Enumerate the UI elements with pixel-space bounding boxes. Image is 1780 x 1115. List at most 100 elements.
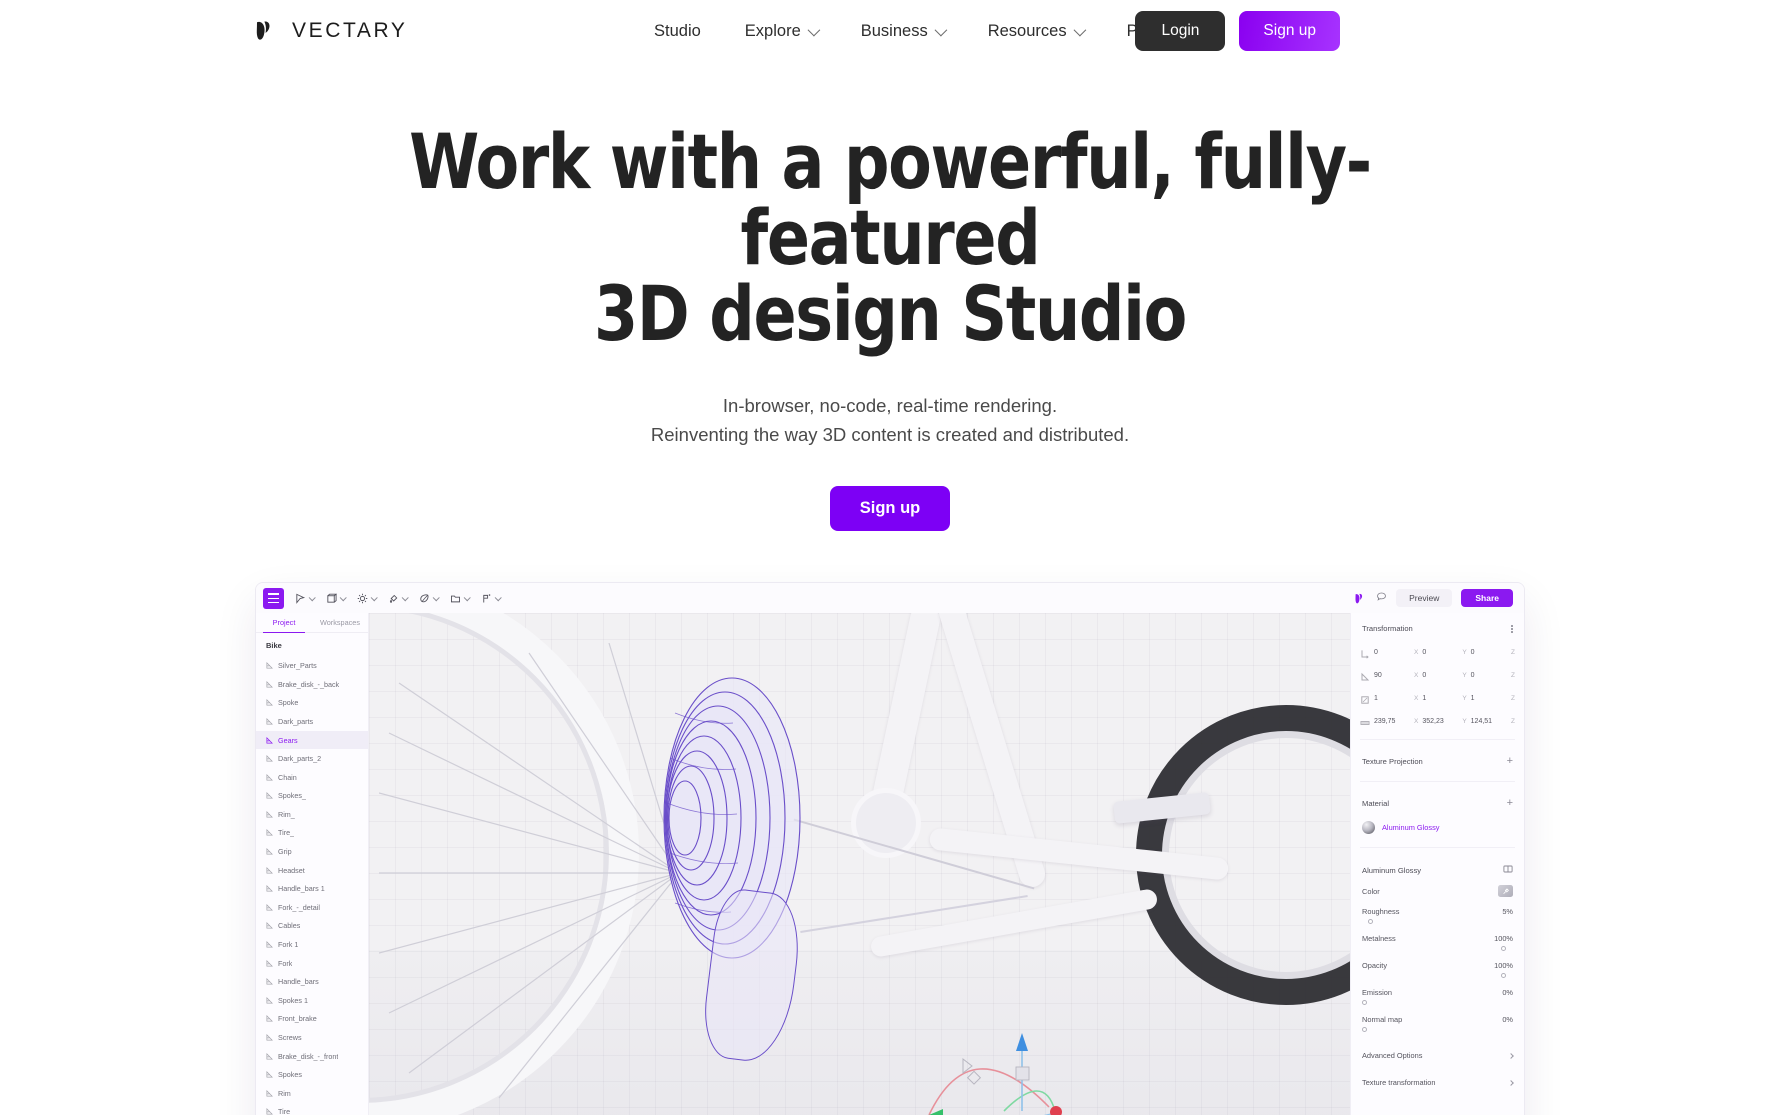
- list-item[interactable]: Handle_bars: [256, 972, 368, 991]
- layer-list[interactable]: Silver_Parts Brake_disk_-_back Spoke Dar…: [256, 656, 368, 1115]
- rotation-y-input[interactable]: 0Y: [1422, 672, 1466, 681]
- slider-track[interactable]: [1362, 945, 1513, 952]
- list-item-selected[interactable]: Gears: [256, 730, 368, 750]
- list-item[interactable]: Rim_: [256, 805, 368, 824]
- rotation-z-input[interactable]: 0Z: [1471, 672, 1515, 681]
- position-y-input[interactable]: 0Y: [1422, 649, 1466, 658]
- list-item[interactable]: Brake_disk_-_back: [256, 675, 368, 694]
- slider-handle[interactable]: [1362, 1027, 1367, 1033]
- list-item[interactable]: Tire: [256, 1103, 368, 1115]
- list-item[interactable]: Fork_-_detail: [256, 898, 368, 917]
- scale-y-input[interactable]: 1Y: [1422, 695, 1466, 704]
- divider: [1360, 847, 1515, 849]
- list-item[interactable]: Front_brake: [256, 1010, 368, 1029]
- list-item[interactable]: Dark_parts: [256, 712, 368, 731]
- brand-logo[interactable]: VECTARY: [254, 18, 407, 44]
- slider-track[interactable]: [1362, 972, 1513, 979]
- primitives-tool[interactable]: [320, 590, 351, 607]
- normal-map-slider[interactable]: Normal map 0%: [1351, 1015, 1524, 1033]
- slider-track[interactable]: [1362, 999, 1513, 1006]
- list-item[interactable]: Rim: [256, 1084, 368, 1103]
- texture-tool[interactable]: [413, 590, 444, 607]
- texture-projection-header[interactable]: Texture Projection +: [1351, 745, 1524, 776]
- material-tool[interactable]: [382, 590, 413, 607]
- slider-track[interactable]: [1362, 918, 1513, 925]
- material-detail-header: Aluminum Glossy: [1351, 853, 1524, 885]
- list-item[interactable]: Screws: [256, 1028, 368, 1047]
- list-item[interactable]: Chain: [256, 768, 368, 787]
- environment-tool[interactable]: [444, 590, 475, 607]
- emission-slider[interactable]: Emission 0%: [1351, 988, 1524, 1006]
- tab-project[interactable]: Project: [256, 613, 312, 634]
- app-toolbar-right: Preview Share: [1354, 589, 1517, 608]
- light-tool[interactable]: [351, 590, 382, 607]
- slider-handle[interactable]: [1500, 946, 1506, 952]
- more-vertical-icon[interactable]: [1511, 624, 1513, 633]
- color-picker-swatch[interactable]: [1498, 885, 1513, 898]
- layer-label: Brake_disk_-_back: [278, 679, 340, 689]
- list-item[interactable]: Fork: [256, 954, 368, 973]
- slider-handle[interactable]: [1368, 919, 1374, 925]
- plus-icon[interactable]: +: [1507, 798, 1513, 809]
- dimension-z-input[interactable]: 124,51 Z: [1471, 718, 1515, 727]
- axis-label: Y: [1462, 672, 1467, 680]
- list-item[interactable]: Dark_parts_2: [256, 749, 368, 768]
- slider-handle[interactable]: [1500, 973, 1506, 979]
- list-item[interactable]: Spokes: [256, 1065, 368, 1084]
- list-item[interactable]: Spoke: [256, 694, 368, 713]
- metalness-slider[interactable]: Metalness 100%: [1351, 934, 1524, 952]
- list-item[interactable]: Handle_bars 1: [256, 879, 368, 898]
- nav-item-explore[interactable]: Explore: [723, 22, 839, 41]
- select-tool[interactable]: [289, 590, 320, 607]
- scale-icon: [1361, 696, 1369, 704]
- value: 0: [1422, 649, 1427, 657]
- share-button[interactable]: Share: [1461, 589, 1513, 608]
- scale-z-input[interactable]: 1Z: [1471, 695, 1515, 704]
- animation-tool[interactable]: [475, 590, 506, 607]
- nav-item-studio[interactable]: Studio: [632, 22, 723, 41]
- list-item[interactable]: Spokes 1: [256, 991, 368, 1010]
- list-item[interactable]: Cables: [256, 917, 368, 936]
- roughness-slider[interactable]: Roughness 5%: [1351, 907, 1524, 925]
- position-z-input[interactable]: 0Z: [1471, 649, 1515, 658]
- chevron-down-icon: [401, 594, 409, 602]
- hamburger-menu-icon[interactable]: [263, 587, 284, 609]
- mesh-icon: [266, 978, 273, 985]
- list-item[interactable]: Silver_Parts: [256, 656, 368, 675]
- advanced-options-accordion[interactable]: Advanced Options: [1351, 1042, 1524, 1069]
- material-selected-chip[interactable]: Aluminum Glossy: [1351, 818, 1524, 842]
- scale-x-input[interactable]: 1X: [1374, 695, 1418, 704]
- transform-gizmo[interactable]: [909, 1011, 1079, 1115]
- nav-item-business[interactable]: Business: [839, 22, 966, 41]
- list-item[interactable]: Spokes_: [256, 787, 368, 806]
- 3d-viewport[interactable]: [369, 613, 1350, 1115]
- list-item[interactable]: Tire_: [256, 824, 368, 843]
- nav-item-resources[interactable]: Resources: [966, 22, 1105, 41]
- brand-name: VECTARY: [292, 19, 408, 42]
- mesh-icon: [266, 1071, 273, 1078]
- signup-button-hero[interactable]: Sign up: [829, 486, 951, 532]
- list-item[interactable]: Fork 1: [256, 935, 368, 954]
- dimension-y-input[interactable]: 352,23 Y: [1422, 718, 1466, 727]
- texture-transformation-accordion[interactable]: Texture transformation: [1351, 1069, 1524, 1096]
- library-book-icon[interactable]: [1503, 864, 1513, 876]
- vectary-mark-icon[interactable]: [1354, 592, 1367, 605]
- preview-button[interactable]: Preview: [1396, 589, 1453, 608]
- list-item[interactable]: Headset: [256, 861, 368, 880]
- plus-icon[interactable]: +: [1507, 756, 1513, 767]
- slider-track[interactable]: [1362, 1026, 1513, 1033]
- position-x-input[interactable]: 0X: [1374, 649, 1418, 658]
- signup-button-header[interactable]: Sign up: [1239, 11, 1340, 51]
- list-item[interactable]: Brake_disk_-_front: [256, 1047, 368, 1066]
- tab-workspaces[interactable]: Workspaces: [312, 613, 368, 632]
- slider-handle[interactable]: [1362, 1000, 1367, 1006]
- comment-bubble-icon[interactable]: [1376, 589, 1387, 607]
- login-button[interactable]: Login: [1135, 11, 1226, 51]
- rotation-row: 90 X 0Y 0Z: [1351, 665, 1524, 688]
- dimension-x-input[interactable]: 239,75 X: [1374, 718, 1418, 727]
- axis-label: Z: [1511, 718, 1515, 726]
- rotation-x-input[interactable]: 90 X: [1374, 672, 1418, 681]
- opacity-slider[interactable]: Opacity 100%: [1351, 961, 1524, 979]
- list-item[interactable]: Grip: [256, 842, 368, 861]
- axis-label: X: [1413, 718, 1419, 726]
